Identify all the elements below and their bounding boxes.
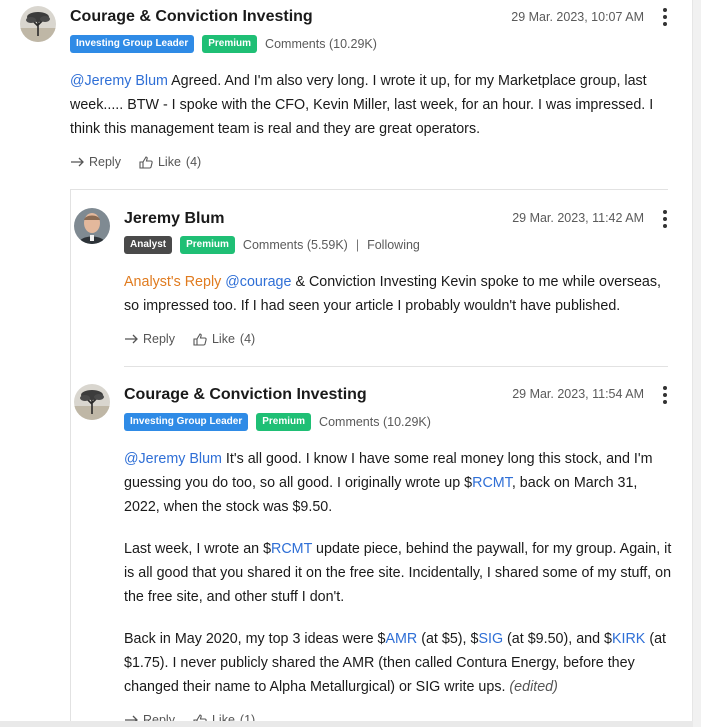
avatar[interactable] [74,208,110,244]
reply-label: Reply [89,155,121,169]
author-meta: Investing Group Leader Premium Comments … [124,413,431,431]
comments-count[interactable]: Comments (10.29K) [265,37,377,51]
author-name[interactable]: Jeremy Blum [124,210,225,228]
investing-group-leader-badge: Investing Group Leader [70,35,195,53]
comment-text: Last week, I wrote an $ [124,541,272,557]
premium-badge: Premium [256,413,312,431]
edited-label: (edited) [509,679,558,695]
reply-arrow-icon [125,334,138,344]
reply-button[interactable]: Reply [124,332,175,346]
premium-badge: Premium [202,35,258,53]
comment-1: Courage & Conviction Investing 29 Mar. 2… [0,0,693,190]
comment-body: @Jeremy Blum It's all good. I know I hav… [124,447,672,717]
scrollbar-track[interactable] [692,0,701,727]
user-mention-link[interactable]: @Jeremy Blum [70,73,168,89]
thumbs-up-icon [193,332,207,346]
comment-text: (at $5), $ [417,631,479,647]
ticker-link[interactable]: KIRK [612,631,645,647]
tree-avatar-icon [20,6,56,42]
comment-paragraph: Back in May 2020, my top 3 ideas were $A… [124,627,672,699]
analyst-badge: Analyst [124,236,173,254]
comment-timestamp: 29 Mar. 2023, 11:54 AM [512,387,644,401]
like-count: (4) [239,332,256,346]
bottom-edge [0,721,693,727]
comment-3: Courage & Conviction Investing 29 Mar. 2… [0,366,693,727]
like-button[interactable]: Like (4) [193,332,255,346]
comment-timestamp: 29 Mar. 2023, 11:42 AM [512,211,644,225]
ticker-link[interactable]: RCMT [472,475,512,491]
comment-text: (at $9.50), and $ [503,631,612,647]
reply-button[interactable]: Reply [70,155,121,169]
comment-paragraph: Last week, I wrote an $RCMT update piece… [124,537,672,609]
comment-actions: Reply Like (4) [124,332,255,346]
ticker-link[interactable]: RCMT [271,541,312,557]
author-name[interactable]: Courage & Conviction Investing [124,386,367,404]
following-button[interactable]: Following [367,238,420,252]
comment-text: Back in May 2020, my top 3 ideas were $ [124,631,386,647]
more-options-icon[interactable] [660,8,670,26]
like-count: (4) [185,155,202,169]
meta-separator: | [355,238,360,252]
reply-arrow-icon [71,157,84,167]
analyst-reply-label: Analyst's Reply [124,274,222,290]
ticker-link[interactable]: AMR [385,631,417,647]
premium-badge: Premium [180,236,235,254]
reply-label: Reply [143,332,175,346]
author-meta: Investing Group Leader Premium Comments … [70,35,377,53]
more-options-icon[interactable] [660,386,670,404]
like-label: Like [211,332,235,346]
comment-body: Analyst's Reply @courage & Conviction In… [124,270,672,318]
comments-count[interactable]: Comments (5.59K) [243,238,348,252]
avatar[interactable] [74,384,110,420]
avatar[interactable] [20,6,56,42]
thumbs-up-icon [139,155,153,169]
user-mention-link[interactable]: @Jeremy Blum [124,451,222,467]
person-avatar-icon [74,208,110,244]
like-label: Like [157,155,181,169]
investing-group-leader-badge: Investing Group Leader [124,413,249,431]
like-button[interactable]: Like (4) [139,155,201,169]
user-mention-link[interactable]: @courage [225,274,291,290]
comment-2: Jeremy Blum 29 Mar. 2023, 11:42 AM Analy… [0,190,693,366]
tree-avatar-icon [74,384,110,420]
comment-body: @Jeremy Blum Agreed. And I'm also very l… [70,69,668,141]
author-meta: Analyst Premium Comments (5.59K) | Follo… [124,236,420,254]
comments-count[interactable]: Comments (10.29K) [319,415,431,429]
more-options-icon[interactable] [660,210,670,228]
ticker-link[interactable]: SIG [478,631,503,647]
comment-paragraph: @Jeremy Blum It's all good. I know I hav… [124,447,672,519]
comment-timestamp: 29 Mar. 2023, 10:07 AM [511,10,644,24]
author-name[interactable]: Courage & Conviction Investing [70,8,313,26]
comment-actions: Reply Like (4) [70,155,201,169]
